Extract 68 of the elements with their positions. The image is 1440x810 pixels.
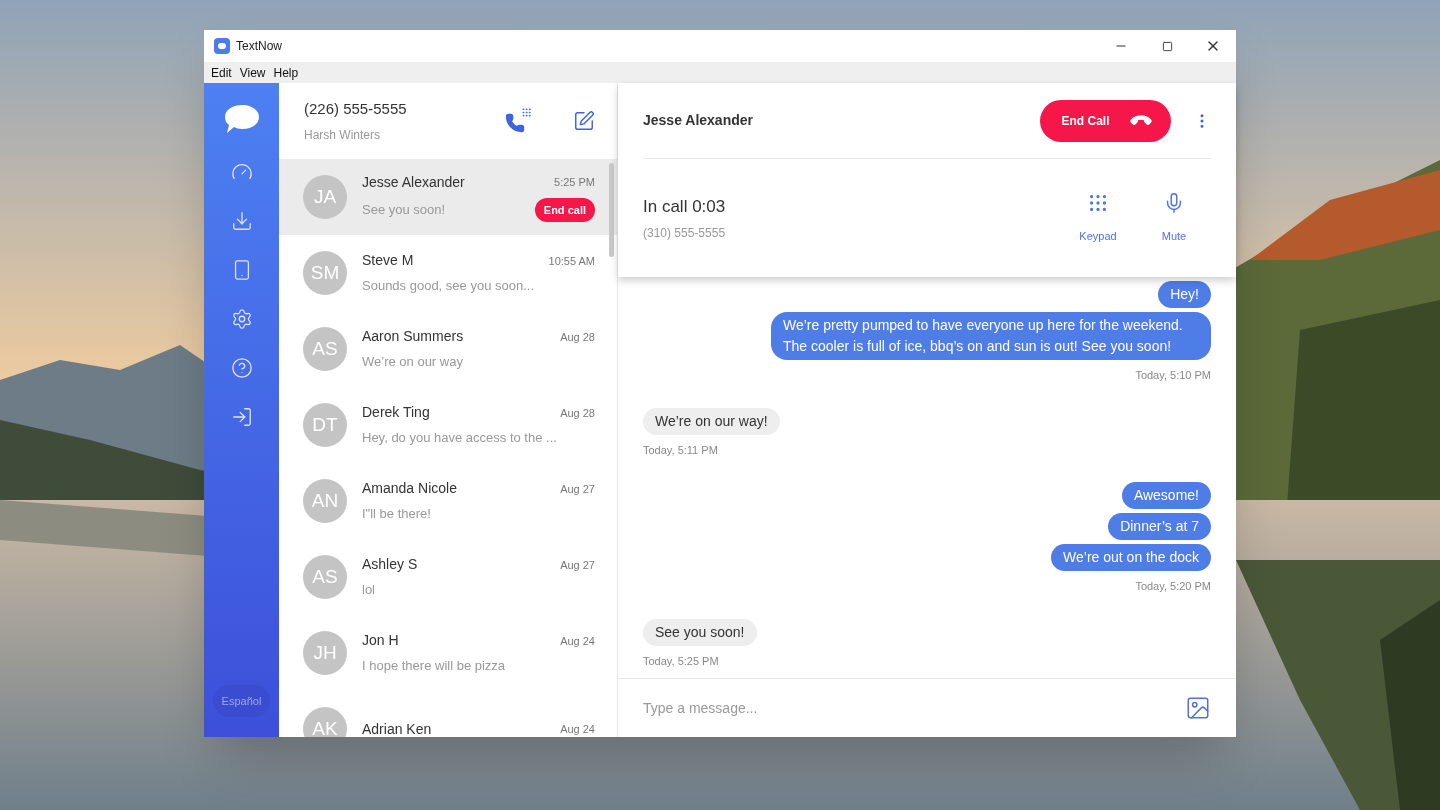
contact-name: Jesse Alexander <box>362 172 465 192</box>
message-preview: See you soon! <box>362 201 446 220</box>
contact-name: Adrian Ken <box>362 719 432 737</box>
message-preview: We’re on our way <box>362 353 463 372</box>
compose-icon[interactable] <box>573 110 595 132</box>
message-time: Aug 27 <box>560 557 595 573</box>
message-time: 5:25 PM <box>554 175 595 190</box>
message-time: 10:55 AM <box>548 253 595 269</box>
mute-button[interactable]: Mute <box>1149 191 1199 245</box>
message-time: Aug 28 <box>560 329 595 345</box>
help-icon[interactable] <box>230 357 253 379</box>
window-title: TextNow <box>236 38 282 55</box>
menu-item[interactable]: View <box>235 63 270 82</box>
contact-name: Ashley S <box>362 555 418 575</box>
contact-name: Amanda Nicole <box>362 479 457 499</box>
conversation-item[interactable]: JA Jesse Alexander 5:25 PM See you soon! End call <box>279 159 617 235</box>
menu-item[interactable]: Help <box>269 63 303 82</box>
avatar: AN <box>303 479 347 523</box>
message-bubble: Dinner’s at 7 <box>1108 513 1211 540</box>
call-number: (310) 555-5555 <box>643 225 726 243</box>
message-time: Aug 24 <box>560 633 595 649</box>
avatar: SM <box>303 251 347 295</box>
message-bubble: We’re on our way! <box>643 407 780 435</box>
account-phone-number: (226) 555-5555 <box>304 99 407 120</box>
account-name: Harsh Winters <box>304 126 381 144</box>
message-time: Aug 24 <box>560 721 595 737</box>
end-call-button[interactable]: End call <box>534 197 595 223</box>
message-bubble: We’re pretty pumped to have everyone up here for the weekend. The cooler is full of ice, bbq’s on and sun is out! See you soon! <box>771 312 1211 360</box>
download-icon[interactable] <box>230 210 253 232</box>
message-bubble: Hey! <box>1158 281 1211 308</box>
sign-in-icon[interactable] <box>230 406 253 428</box>
settings-icon[interactable] <box>230 308 253 330</box>
message-bubble: We’re out on the dock <box>1051 544 1211 571</box>
message-bubble: See you soon! <box>643 618 757 646</box>
message-preview: I"ll be there! <box>362 505 431 524</box>
avatar: AK <box>303 707 347 737</box>
message-preview: lol <box>362 581 375 600</box>
image-icon[interactable] <box>1185 695 1211 721</box>
scrollbar-thumb[interactable] <box>609 163 614 257</box>
avatar: AS <box>303 555 347 599</box>
message-preview: Sounds good, see you soon... <box>362 277 534 296</box>
message-preview: I hope there will be pizza <box>362 657 506 676</box>
message-timestamp: Today, 5:10 PM <box>1135 368 1211 383</box>
dialpad-call-icon[interactable] <box>505 109 529 133</box>
message-timestamp: Today, 5:25 PM <box>643 653 719 669</box>
contact-name: Steve M <box>362 251 414 271</box>
menu-item[interactable]: Edit <box>207 63 236 82</box>
message-bubble: Awesome! <box>1121 482 1211 509</box>
avatar: AS <box>303 327 347 371</box>
avatar: JA <box>303 175 347 219</box>
message-timestamp: Today, 5:11 PM <box>643 442 718 458</box>
message-preview: Hey, do you have access to the ... <box>362 429 557 448</box>
message-time: Aug 27 <box>560 481 595 497</box>
keypad-button[interactable]: Keypad <box>1073 191 1123 245</box>
message-input-field[interactable]: Type a message... <box>643 697 1185 719</box>
contact-name: Aaron Summers <box>362 327 464 347</box>
avatar: DT <box>303 403 347 447</box>
avatar: JH <box>303 631 347 675</box>
contact-name: Jon H <box>362 631 399 651</box>
message-timestamp: Today, 5:20 PM <box>1135 579 1211 594</box>
call-status: In call 0:03 <box>643 195 726 218</box>
app-icon <box>214 38 230 54</box>
speech-bubble-logo-icon <box>222 103 261 135</box>
maximize-icon[interactable] <box>1161 40 1173 52</box>
contact-name: Derek Ting <box>362 403 430 423</box>
chat-contact-name: Jesse Alexander <box>643 111 753 130</box>
message-time: Aug 28 <box>560 405 595 421</box>
end-call-button[interactable]: End Call <box>1040 99 1171 142</box>
